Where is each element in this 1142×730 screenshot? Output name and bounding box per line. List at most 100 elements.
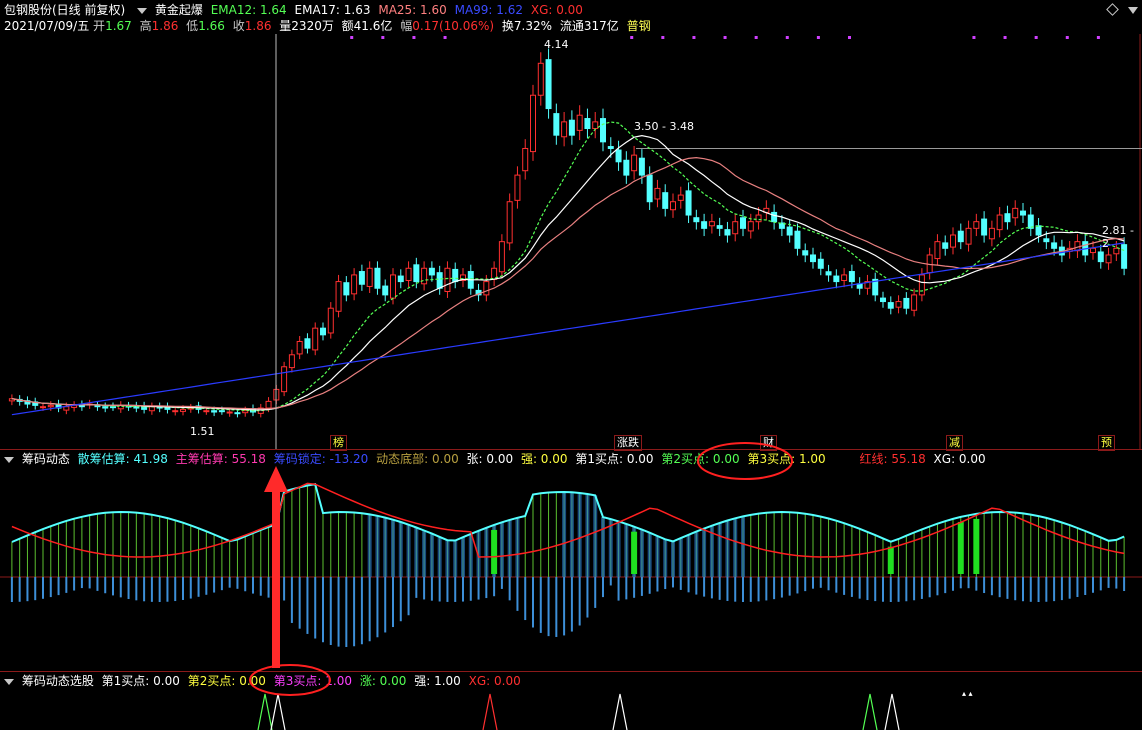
dropdown-icon[interactable] [4, 678, 14, 685]
low-value: 1.66 [198, 19, 225, 33]
ma25-value: MA25: 1.60 [378, 3, 447, 17]
candle-body [374, 267, 381, 289]
candle-body [615, 149, 622, 163]
chip-fill [663, 539, 668, 577]
redline-value: 红线: 55.18 [859, 452, 926, 466]
indicator-name[interactable]: 黄金起爆 [155, 3, 203, 17]
candle-body [327, 307, 334, 334]
turnover-value: 换7.32% [501, 19, 553, 33]
candle-body [755, 214, 762, 223]
float-value: 流通317亿 [559, 19, 619, 33]
candle-body [996, 214, 1003, 231]
candle-body [234, 412, 241, 415]
panel2-title[interactable]: 筹码动态 [22, 452, 70, 466]
diamond-icon[interactable] [1106, 3, 1119, 16]
candle-body [1012, 207, 1019, 219]
candle-body [405, 267, 412, 281]
candle-body [848, 271, 855, 283]
candle-body [397, 275, 404, 283]
ma25-line [11, 156, 1125, 410]
quote-row: 2021/07/09/五 开1.67 高1.86 低1.66 收1.86 量23… [0, 18, 655, 34]
candle-body [1090, 247, 1096, 254]
level-mark-label: 3.50 - 3.48 [634, 120, 694, 133]
chip-fill [499, 522, 504, 577]
candle-body [366, 267, 373, 287]
candle-body [981, 218, 988, 236]
right-mark-label: 2.81 - 2 [1102, 224, 1134, 250]
candle-body [1097, 251, 1104, 263]
price-chart[interactable] [0, 34, 1142, 450]
signal-triangle [482, 693, 498, 730]
candle-body [296, 340, 303, 355]
stock-name[interactable]: 包钢股份(日线 前复权) [4, 3, 125, 17]
panel3-title[interactable]: 筹码动态选股 [22, 674, 94, 688]
candle-body [1035, 225, 1042, 236]
chip-fill [593, 495, 598, 577]
xg-value: XG: 0.00 [530, 3, 583, 17]
candle-body [514, 174, 521, 201]
sector-value[interactable]: 普钢 [627, 19, 651, 33]
candle-body [802, 250, 809, 256]
red-line [11, 482, 1125, 558]
candle-body [343, 282, 350, 296]
chip-fill [647, 532, 652, 577]
amount-value: 额41.6亿 [341, 19, 393, 33]
candle-body [988, 227, 995, 240]
buy-signal-bar [631, 531, 638, 574]
candle-body [1051, 242, 1058, 249]
candle-body [810, 254, 816, 263]
ma99-value: MA99: 1.62 [454, 3, 524, 17]
signal-dot [692, 36, 696, 39]
candle-body [708, 221, 715, 227]
p3-xg-value: XG: 0.00 [468, 674, 521, 688]
candle-body [218, 410, 225, 413]
dropdown-icon[interactable] [137, 7, 148, 14]
signal-dot [1003, 36, 1007, 39]
buy-signal-bar [887, 546, 894, 574]
candle-body [817, 258, 824, 269]
candle-body [568, 119, 575, 136]
candle-body [685, 190, 692, 216]
chip-fill [694, 531, 699, 577]
candle-body [203, 410, 210, 413]
candle-body [304, 338, 311, 349]
panel-divider [0, 449, 1142, 450]
bottom-value: 动态底部: 0.00 [376, 452, 459, 466]
candle-body [771, 211, 778, 223]
candle-body [452, 268, 459, 283]
candle-body [662, 192, 669, 209]
chip-fill [391, 519, 395, 577]
chip-fill [453, 540, 458, 577]
candle-body [592, 121, 599, 130]
chip-dynamics-chart[interactable] [0, 467, 1142, 671]
candle-body [172, 410, 179, 413]
candle-body [1043, 238, 1050, 243]
ma99-line [11, 242, 1125, 416]
candle-body [537, 62, 544, 96]
candle-body [444, 267, 451, 293]
buy2-value: 第2买点: 0.00 [661, 452, 740, 466]
signal-dot [661, 36, 665, 39]
candle-body [724, 229, 731, 236]
candle-body [1027, 214, 1034, 229]
candle-body [413, 264, 420, 283]
signal-dot [972, 36, 976, 39]
chip-fill [562, 492, 567, 577]
signal-dot [816, 36, 820, 39]
dropdown-icon[interactable] [4, 456, 14, 463]
candle-body [887, 302, 894, 309]
chevron-down-icon[interactable] [1128, 7, 1138, 14]
signal-chart[interactable]: ▴ ▴ [0, 690, 1142, 730]
buy-signal-bar [491, 529, 498, 574]
candle-body [483, 281, 490, 296]
candle-body [273, 388, 280, 401]
open-label: 开 [93, 19, 106, 33]
signal-dot [848, 36, 851, 39]
signal-dot [350, 36, 354, 39]
chip-fill [702, 528, 707, 577]
high-label: 高 [139, 19, 152, 33]
candle-body [918, 274, 925, 296]
candle-body [841, 274, 848, 281]
candle-body [646, 174, 653, 203]
candle-body [584, 118, 591, 130]
